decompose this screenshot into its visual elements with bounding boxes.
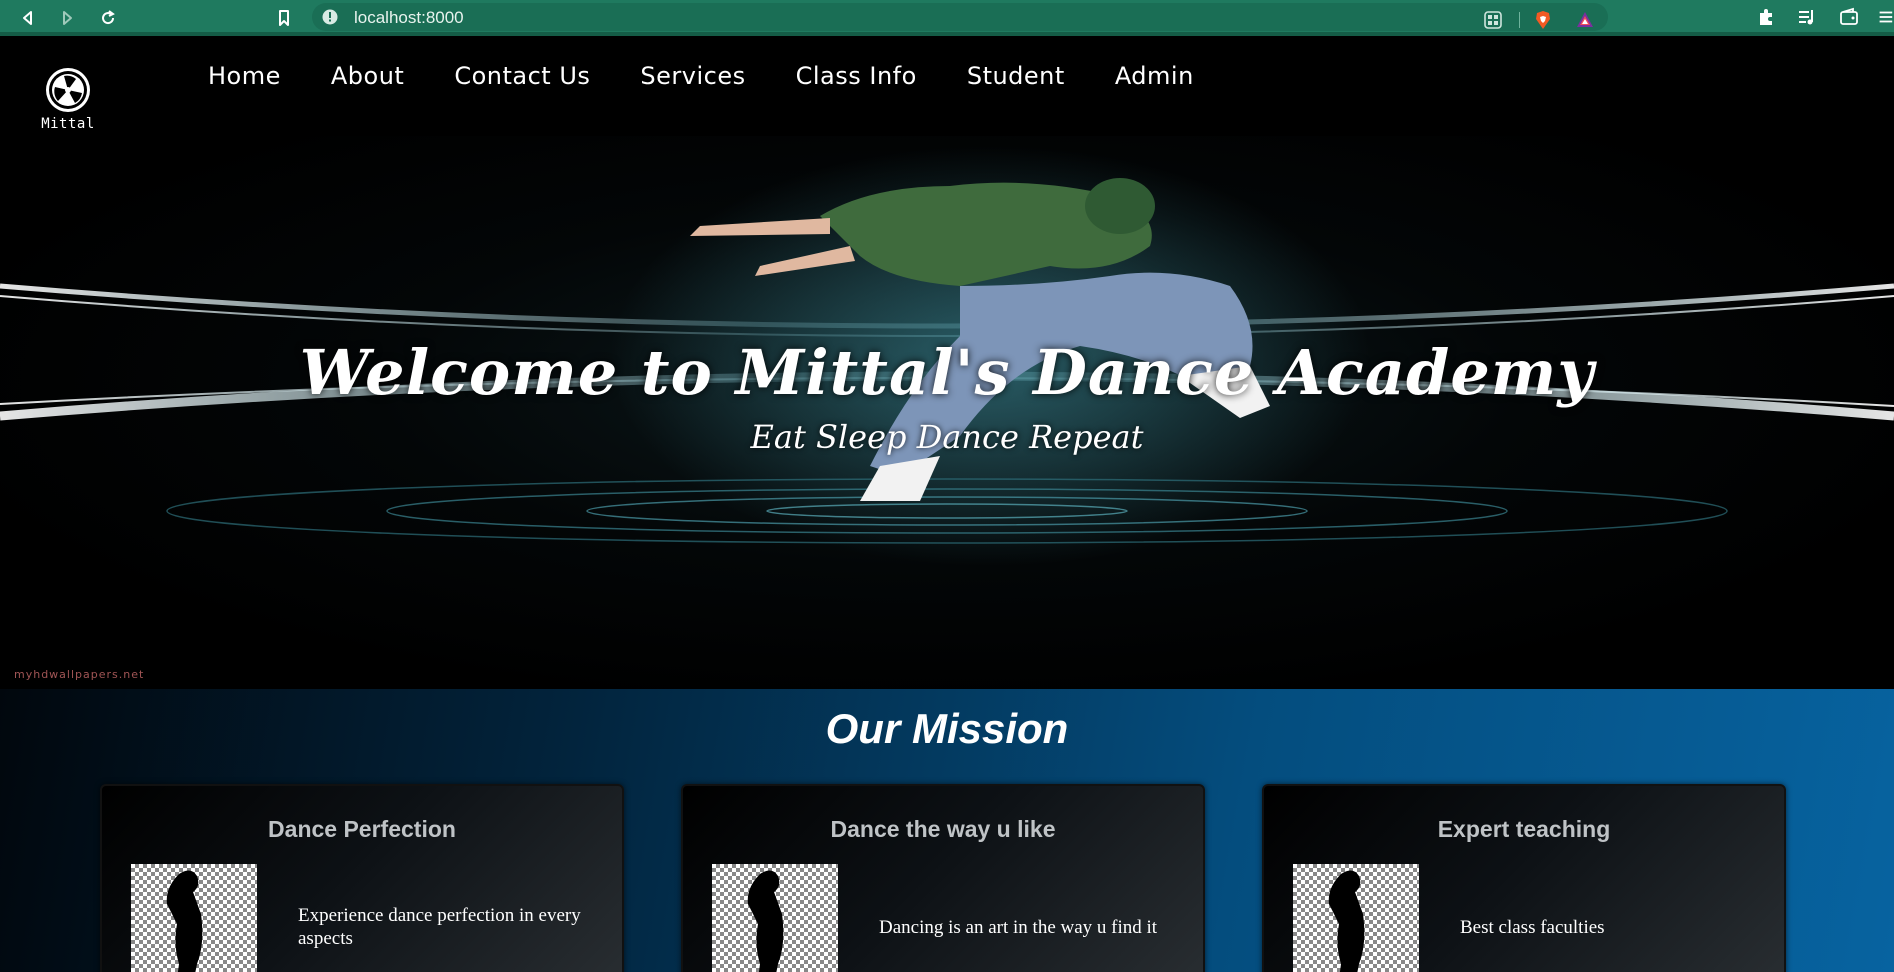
mission-title: Our Mission: [825, 705, 1069, 752]
card-text: Best class faculties: [1460, 917, 1605, 938]
image-watermark: myhdwallpapers.net: [14, 668, 145, 681]
main-nav: Home About Contact Us Services Class Inf…: [208, 62, 1244, 90]
brave-rewards-icon[interactable]: [1574, 9, 1596, 31]
nav-class-info[interactable]: Class Info: [796, 62, 917, 90]
url-text[interactable]: localhost:8000: [354, 8, 464, 28]
logo-text: Mittal: [41, 116, 95, 132]
hero-subtitle: Eat Sleep Dance Repeat: [750, 418, 1144, 456]
mission-section: Our Mission Dance Perfection Experience …: [0, 689, 1894, 972]
address-divider: [1519, 12, 1520, 28]
dancer-thumbnail: [131, 864, 257, 972]
nav-admin[interactable]: Admin: [1115, 62, 1194, 90]
card-text: Dancing is an art in the way u find it: [879, 917, 1158, 938]
reload-icon[interactable]: [96, 6, 120, 30]
card-title: Dance the way u like: [830, 816, 1056, 842]
hero-banner: Welcome to Mittal's Dance Academy Eat Sl…: [0, 136, 1894, 689]
nav-contact-us[interactable]: Contact Us: [454, 62, 590, 90]
mission-card: Dance the way u like Dancing is an art i…: [681, 784, 1205, 972]
browser-toolbar: localhost:8000: [0, 0, 1894, 36]
nav-services[interactable]: Services: [640, 62, 745, 90]
menu-icon[interactable]: [1876, 6, 1894, 28]
forward-icon[interactable]: [55, 6, 79, 30]
dancer-thumbnail: [1293, 864, 1419, 972]
mission-card: Expert teaching Best class faculties: [1262, 784, 1786, 972]
hero-title: Welcome to Mittal's Dance Academy: [299, 336, 1595, 409]
card-text: Experience dance perfection in every asp…: [298, 905, 581, 949]
back-icon[interactable]: [16, 6, 40, 30]
playlist-icon[interactable]: [1796, 6, 1818, 28]
bookmark-icon[interactable]: [272, 6, 296, 30]
wallet-icon[interactable]: [1838, 6, 1860, 28]
address-bar[interactable]: localhost:8000: [312, 3, 1608, 31]
site-info-icon[interactable]: [322, 9, 338, 25]
dancer-thumbnail: [712, 864, 838, 972]
site-header: Mittal Home About Contact Us Services Cl…: [0, 36, 1894, 136]
nav-student[interactable]: Student: [967, 62, 1065, 90]
extensions-icon[interactable]: [1755, 6, 1777, 28]
hero-dancer-image: [0, 146, 1894, 566]
nav-about[interactable]: About: [331, 62, 404, 90]
brave-shield-icon[interactable]: [1532, 9, 1554, 31]
site-logo[interactable]: Mittal: [40, 66, 96, 132]
card-title: Expert teaching: [1437, 816, 1611, 842]
nav-home[interactable]: Home: [208, 62, 281, 90]
logo-icon: [46, 68, 90, 112]
qr-icon[interactable]: [1482, 9, 1504, 31]
mission-card: Dance Perfection Experience dance perfec…: [100, 784, 624, 972]
card-title: Dance Perfection: [268, 816, 456, 842]
